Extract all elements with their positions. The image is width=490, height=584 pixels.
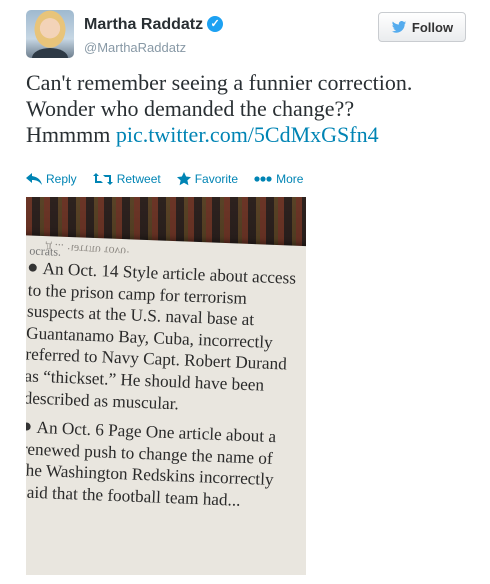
bullet-icon [26, 422, 31, 431]
verified-icon: ✓ [207, 15, 224, 32]
tweet-text: Can't remember seeing a funnier correcti… [26, 70, 476, 148]
bullet-icon [28, 263, 37, 272]
correction-text: An Oct. 14 Style article about access to… [26, 258, 299, 522]
correction-paragraph-1-text: An Oct. 14 Style article about access to… [26, 259, 297, 413]
follow-button[interactable]: Follow [378, 12, 466, 42]
tweet-line-3: Hmmmm pic.twitter.com/5CdMxGSfn4 [26, 122, 476, 148]
tweet-line-3-prefix: Hmmmm [26, 122, 116, 147]
tweet-header: Martha Raddatz ✓ @MarthaRaddatz Follow [26, 10, 466, 60]
retweet-button[interactable]: Retweet [92, 172, 161, 186]
retweet-label: Retweet [116, 172, 161, 186]
tweet-line-1: Can't remember seeing a funnier correcti… [26, 70, 413, 95]
more-label: More [276, 172, 304, 186]
reply-button[interactable]: Reply [26, 172, 77, 186]
avatar-figure [32, 48, 68, 58]
user-name[interactable]: Martha Raddatz [84, 16, 203, 33]
avatar[interactable] [26, 10, 74, 58]
favorite-label: Favorite [194, 172, 239, 186]
correction-paragraph-2: An Oct. 6 Page One article about a renew… [26, 417, 293, 514]
newspaper-clipping: д ... ·ιəττπυ τονυ· ocrats. An Oct. 14 S… [26, 235, 306, 575]
tweet-photo[interactable]: д ... ·ιəττπυ τονυ· ocrats. An Oct. 14 S… [26, 197, 306, 575]
follow-label: Follow [411, 19, 454, 35]
star-icon [176, 172, 191, 186]
reply-label: Reply [46, 172, 77, 186]
retweet-icon [92, 173, 113, 185]
photo-link[interactable]: pic.twitter.com/5CdMxGSfn4 [116, 122, 379, 147]
correction-paragraph-1: An Oct. 14 Style article about access to… [26, 258, 299, 419]
reply-icon [26, 173, 42, 185]
correction-paragraph-2-text: An Oct. 6 Page One article about a renew… [26, 418, 277, 510]
user-handle[interactable]: @MarthaRaddatz [84, 40, 186, 55]
tweet-actions: Reply Retweet Favorite More [26, 170, 303, 188]
tweet-line-2: Wonder who demanded the change?? [26, 96, 355, 121]
favorite-button[interactable]: Favorite [176, 172, 239, 186]
more-dots-icon [254, 176, 272, 182]
more-button[interactable]: More [254, 172, 303, 186]
user-name-row[interactable]: Martha Raddatz ✓ [84, 15, 224, 34]
twitter-bird-icon [391, 21, 407, 33]
